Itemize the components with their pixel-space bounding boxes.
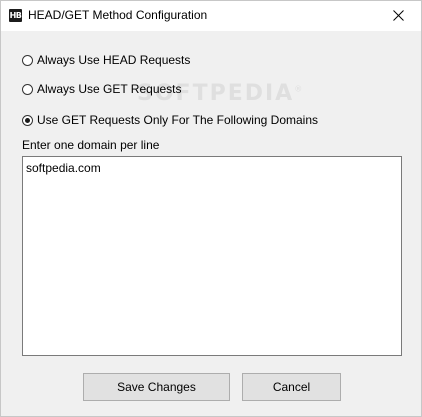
- domain-list-textarea[interactable]: softpedia.com: [22, 156, 402, 356]
- radio-button-get[interactable]: [22, 83, 33, 95]
- app-icon: HB: [9, 9, 22, 22]
- radio-button-domains[interactable]: [22, 114, 33, 126]
- radio-get-for-domains[interactable]: Use GET Requests Only For The Following …: [22, 112, 318, 128]
- radio-button-head[interactable]: [22, 54, 33, 66]
- close-button[interactable]: [376, 1, 421, 30]
- radio-label-domains: Use GET Requests Only For The Following …: [37, 113, 318, 127]
- title-bar[interactable]: HB HEAD/GET Method Configuration: [1, 1, 421, 31]
- save-changes-button[interactable]: Save Changes: [83, 373, 230, 401]
- close-icon: [393, 10, 404, 21]
- dialog-window: HB HEAD/GET Method Configuration SOFTPED…: [0, 0, 422, 417]
- window-title: HEAD/GET Method Configuration: [28, 8, 208, 22]
- radio-label-head: Always Use HEAD Requests: [37, 53, 191, 67]
- domain-list-label: Enter one domain per line: [22, 138, 160, 152]
- radio-always-head[interactable]: Always Use HEAD Requests: [22, 52, 190, 68]
- radio-label-get: Always Use GET Requests: [37, 82, 182, 96]
- radio-always-get[interactable]: Always Use GET Requests: [22, 81, 182, 97]
- cancel-button[interactable]: Cancel: [242, 373, 341, 401]
